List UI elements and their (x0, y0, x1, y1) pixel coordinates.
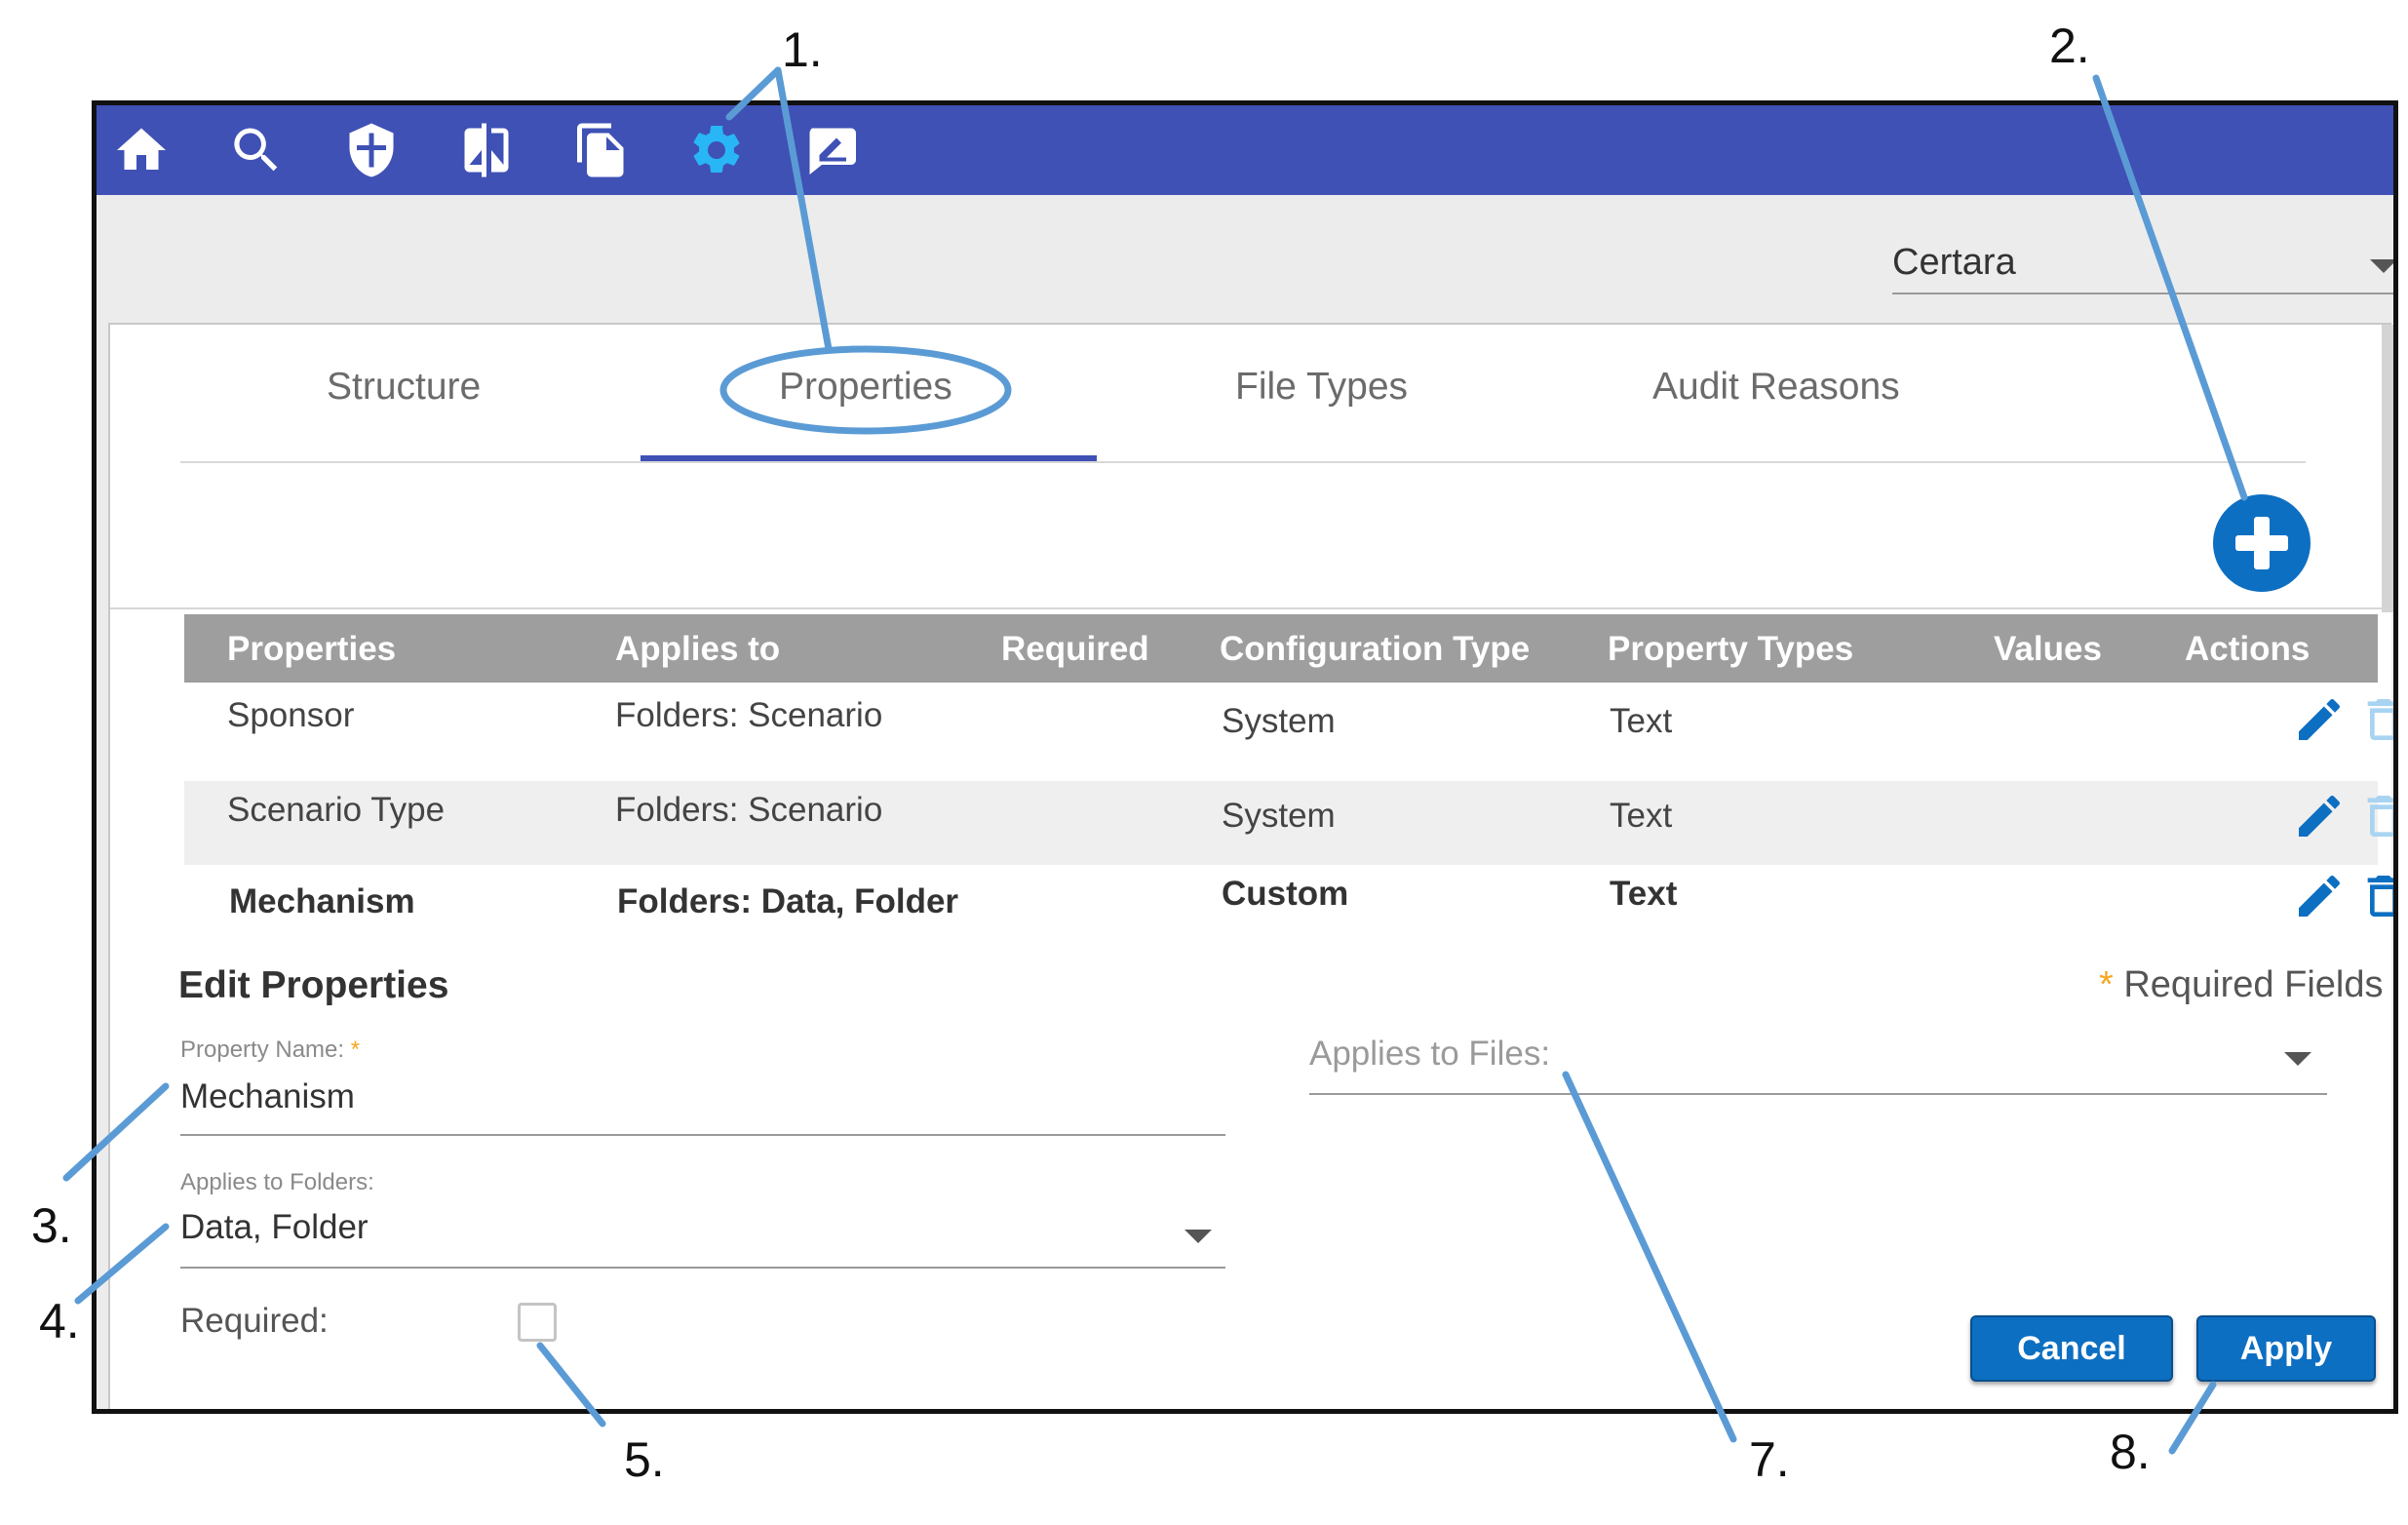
callout-label-4: 4. (39, 1294, 80, 1349)
callout-line-3 (62, 1082, 170, 1182)
callout-label-2: 2. (2049, 19, 2090, 73)
callout-overlay (62, 66, 2248, 1455)
callout-line-7 (1562, 1071, 1737, 1443)
callout-label-3: 3. (31, 1198, 72, 1253)
callout-line-4 (74, 1223, 170, 1305)
callout-label-8: 8. (2110, 1425, 2151, 1479)
callout-line-5 (536, 1342, 606, 1427)
callout-label-1: 1. (782, 22, 823, 77)
callout-label-7: 7. (1749, 1432, 1790, 1487)
callout-label-5: 5. (624, 1432, 665, 1487)
callout-highlight-ellipse (719, 345, 1012, 435)
callout-line-1b (774, 66, 833, 353)
callout-line-2 (2092, 74, 2248, 501)
callout-line-1a (725, 66, 782, 121)
callout-line-8 (2168, 1381, 2217, 1455)
